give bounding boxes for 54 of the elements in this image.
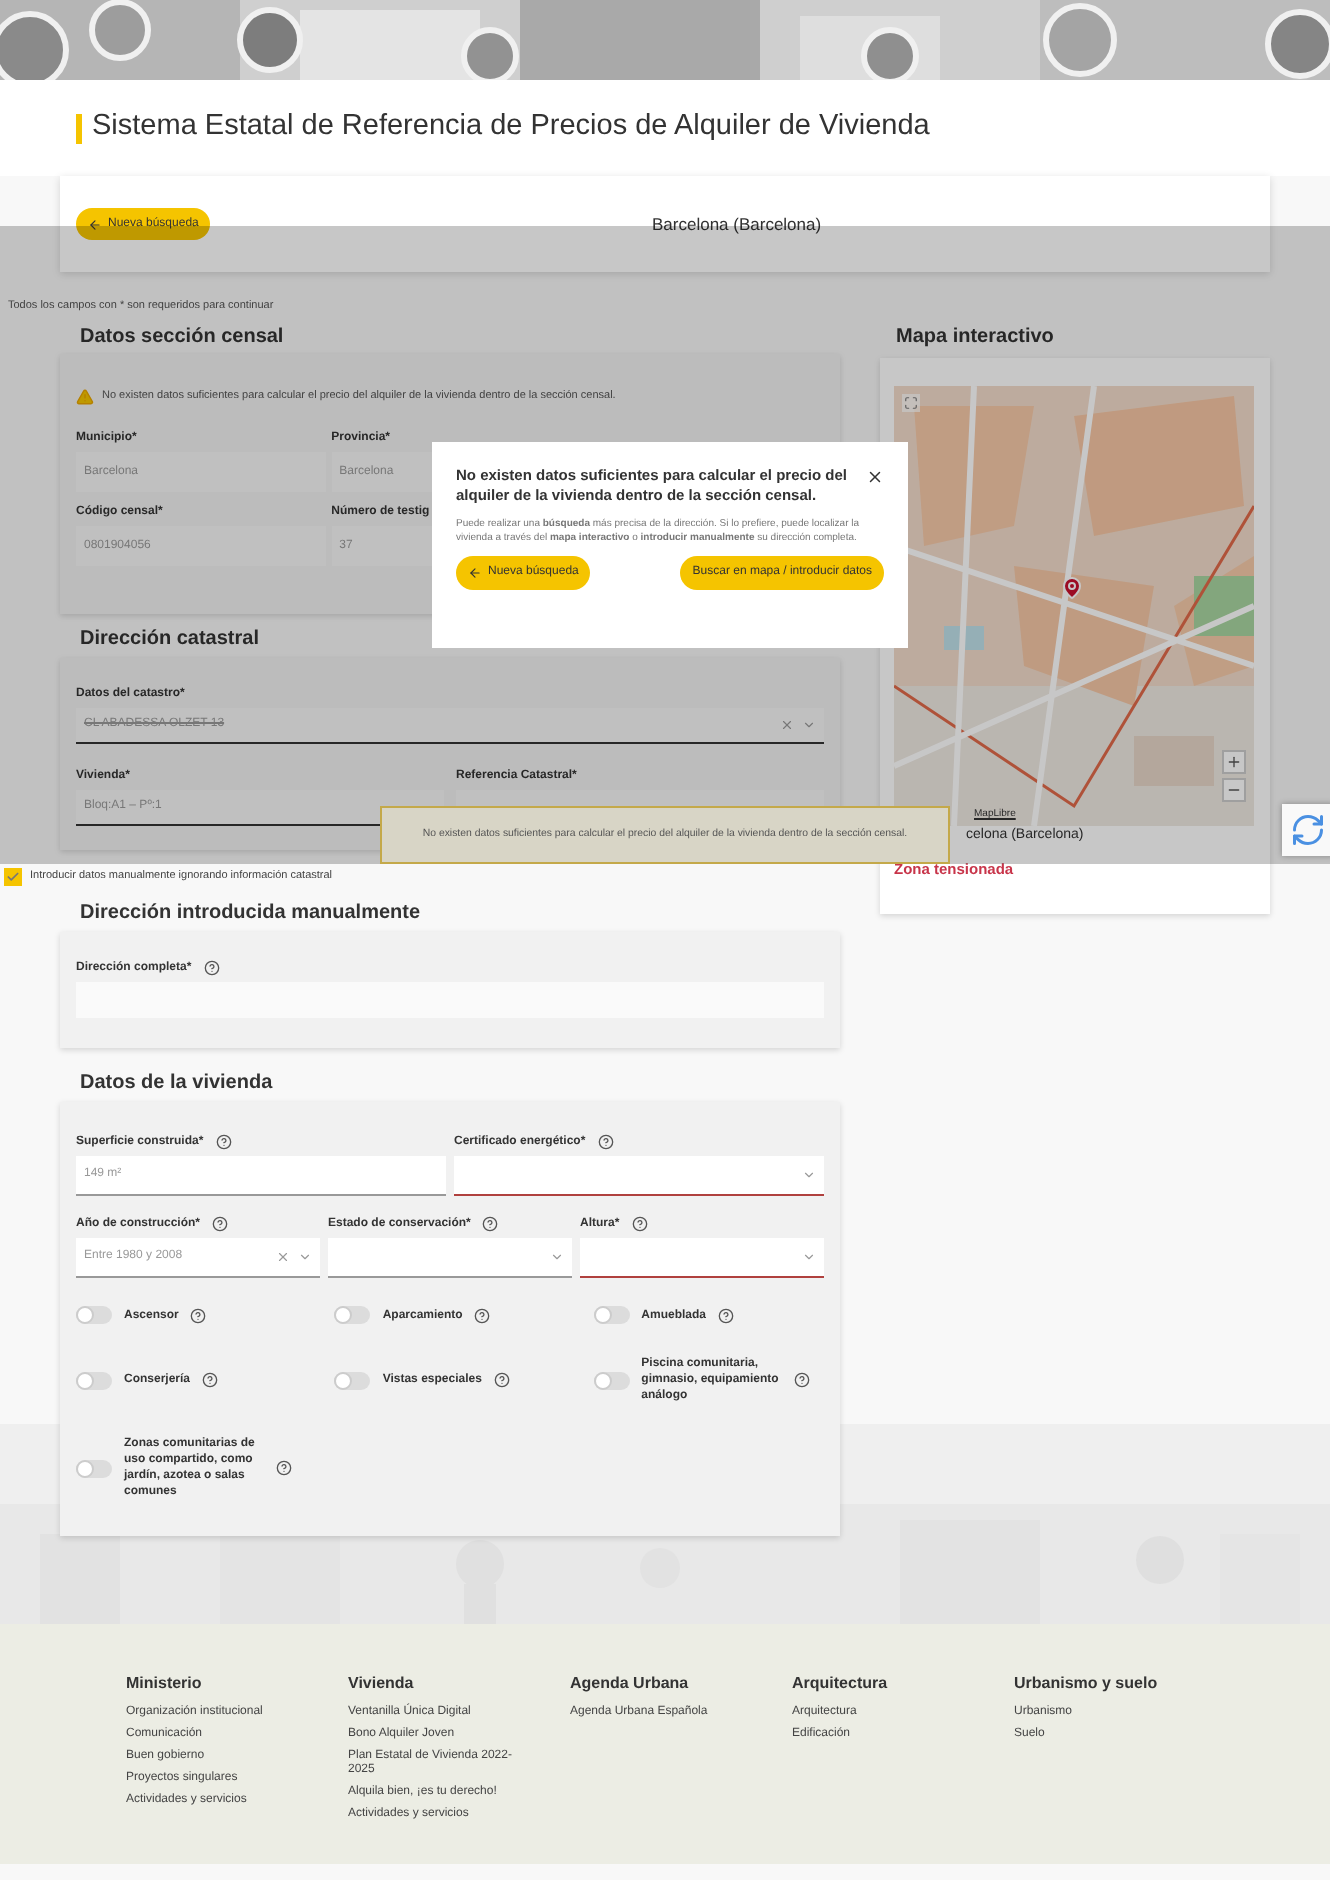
section-heading: Datos de la vivienda xyxy=(78,1069,275,1097)
help-icon[interactable] xyxy=(190,1307,207,1324)
recaptcha-icon[interactable] xyxy=(1282,804,1330,856)
help-icon[interactable] xyxy=(482,1216,499,1233)
checkbox[interactable] xyxy=(4,867,22,886)
section-heading: Dirección catastral xyxy=(78,625,261,654)
page-title: Sistema Estatal de Referencia de Precios de Alquiler de Vivienda xyxy=(92,108,930,147)
chevron-down-icon xyxy=(550,1250,564,1265)
help-icon[interactable] xyxy=(215,1134,232,1151)
plus-icon xyxy=(1226,754,1242,771)
help-icon[interactable] xyxy=(276,1460,292,1477)
toggle-switch[interactable] xyxy=(334,1371,371,1390)
toggle-switch[interactable] xyxy=(76,1371,112,1390)
chevron-down-icon xyxy=(802,718,816,733)
chevron-down-icon xyxy=(802,1168,816,1183)
section-heading: Dirección introducida manualmente xyxy=(78,899,423,927)
close-icon[interactable] xyxy=(866,468,884,486)
zoom-in-button[interactable] xyxy=(1222,750,1246,775)
footer-heading: Vivienda xyxy=(348,1672,416,1696)
help-icon[interactable] xyxy=(597,1134,614,1151)
footer-heading: Ministerio xyxy=(126,1672,204,1696)
help-icon[interactable] xyxy=(631,1216,648,1233)
help-icon[interactable] xyxy=(202,1372,219,1389)
help-icon[interactable] xyxy=(203,960,220,977)
toggle-switch[interactable] xyxy=(334,1306,371,1325)
chevron-down-icon xyxy=(298,1250,312,1265)
help-icon[interactable] xyxy=(212,1216,229,1233)
arrow-left-icon xyxy=(88,217,102,231)
section-heading: Datos sección censal xyxy=(78,324,286,351)
help-icon[interactable] xyxy=(718,1307,734,1324)
footer-heading: Arquitectura xyxy=(792,1672,890,1696)
location-text: Barcelona (Barcelona) xyxy=(652,211,822,237)
warning-icon xyxy=(76,387,94,406)
toggle-switch[interactable] xyxy=(593,1306,630,1325)
zoom-out-button[interactable] xyxy=(1222,778,1246,803)
footer-heading: Urbanismo y suelo xyxy=(1014,1672,1160,1696)
toggle-switch[interactable] xyxy=(593,1371,630,1390)
select-field[interactable] xyxy=(328,1238,572,1279)
chevron-down-icon xyxy=(802,1250,816,1265)
section-heading: Mapa interactivo xyxy=(894,324,1056,351)
toggle-switch[interactable] xyxy=(76,1459,112,1478)
select-field[interactable] xyxy=(580,1238,824,1279)
select-field[interactable] xyxy=(454,1156,824,1197)
fullscreen-icon[interactable] xyxy=(902,394,920,413)
arrow-left-icon xyxy=(468,566,482,580)
help-icon[interactable] xyxy=(493,1372,510,1389)
help-icon[interactable] xyxy=(793,1372,810,1389)
accent-bar xyxy=(76,113,82,143)
check-icon xyxy=(6,869,20,884)
footer-heading: Agenda Urbana xyxy=(570,1672,691,1696)
map-pin-icon xyxy=(1060,576,1084,601)
toggle-switch[interactable] xyxy=(76,1306,112,1325)
help-icon[interactable] xyxy=(474,1307,491,1324)
clear-icon[interactable] xyxy=(276,1250,290,1265)
